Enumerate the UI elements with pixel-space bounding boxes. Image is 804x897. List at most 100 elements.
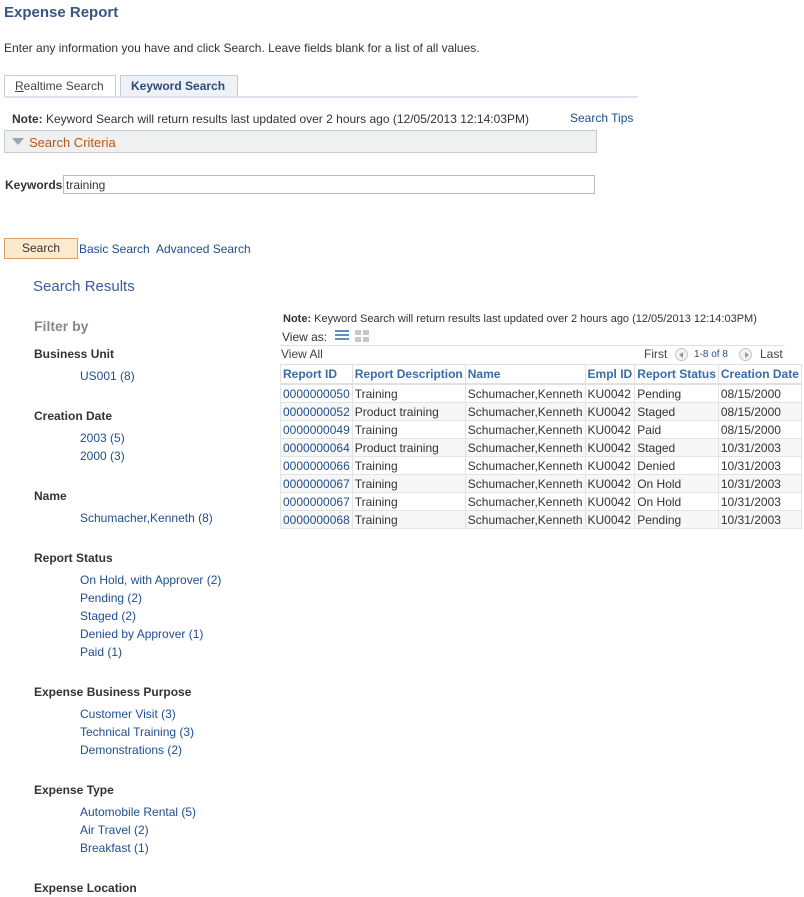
filter-group-heading: Expense Type xyxy=(34,783,114,797)
col-empl-id-header[interactable]: Empl ID xyxy=(584,364,636,385)
filter-item[interactable]: Denied by Approver (1) xyxy=(80,627,203,641)
filter-by-heading: Filter by xyxy=(34,318,89,334)
basic-search-link[interactable]: Basic Search xyxy=(79,242,150,256)
name-cell: Schumacher,Kenneth xyxy=(464,402,586,421)
col-report-id-header[interactable]: Report ID xyxy=(280,364,353,385)
report-status-cell: On Hold xyxy=(634,492,719,511)
keywords-label: Keywords xyxy=(5,178,63,192)
empl-id-cell: KU0042 xyxy=(584,383,636,403)
empl-id-cell: KU0042 xyxy=(584,474,636,493)
view-as-label: View as: xyxy=(282,330,328,344)
empl-id-cell: KU0042 xyxy=(584,456,636,475)
tab-divider xyxy=(4,96,638,98)
report-id-cell[interactable]: 0000000049 xyxy=(280,420,353,439)
previous-icon[interactable] xyxy=(675,348,688,361)
results-table: Report ID Report Description Name Empl ID Re… xyxy=(280,364,802,529)
tab-access-key: R xyxy=(15,79,24,93)
table-row[interactable]: 0000000050 Training Schumacher,Kenneth KU00… xyxy=(280,383,802,403)
note-prefix: Note: xyxy=(283,313,312,325)
report-id-cell[interactable]: 0000000050 xyxy=(280,383,353,403)
col-report-description-header[interactable]: Report Description xyxy=(351,364,466,385)
filter-item[interactable]: Technical Training (3) xyxy=(80,725,194,739)
table-row[interactable]: 0000000067 Training Schumacher,Kenneth KU00… xyxy=(280,492,802,511)
filter-item[interactable]: 2003 (5) xyxy=(80,431,125,445)
report-status-cell: Pending xyxy=(634,383,719,403)
next-icon[interactable] xyxy=(739,348,752,361)
name-cell: Schumacher,Kenneth xyxy=(464,420,586,439)
report-description-cell: Product training xyxy=(351,438,466,457)
first-link[interactable]: First xyxy=(644,347,667,361)
list-view-icon[interactable] xyxy=(335,330,349,342)
empl-id-cell: KU0042 xyxy=(584,420,636,439)
tab-realtime-search[interactable]: Realtime Search xyxy=(4,75,116,96)
note-text: Keyword Search will return results last … xyxy=(311,313,757,325)
col-name-header[interactable]: Name xyxy=(464,364,586,385)
creation-date-cell: 10/31/2003 xyxy=(717,438,802,457)
page-title: Expense Report xyxy=(4,4,119,21)
report-status-cell: Pending xyxy=(634,510,719,529)
table-row[interactable]: 0000000068 Training Schumacher,Kenneth KU00… xyxy=(280,510,802,529)
table-row[interactable]: 0000000052 Product training Schumacher,Ken… xyxy=(280,402,802,421)
filter-item[interactable]: Customer Visit (3) xyxy=(80,707,176,721)
report-id-cell[interactable]: 0000000067 xyxy=(280,474,353,493)
report-description-cell: Product training xyxy=(351,402,466,421)
report-status-cell: Staged xyxy=(634,402,719,421)
search-tips-link[interactable]: Search Tips xyxy=(570,111,633,125)
filter-item[interactable]: US001 (8) xyxy=(80,369,135,383)
keyword-note: Note: Keyword Search will return results… xyxy=(12,112,529,126)
filter-group-heading: Expense Business Purpose xyxy=(34,685,192,699)
note-prefix: Note: xyxy=(12,112,43,126)
filter-item[interactable]: Air Travel (2) xyxy=(80,823,149,837)
filter-item[interactable]: Automobile Rental (5) xyxy=(80,805,196,819)
filter-item[interactable]: Schumacher,Kenneth (8) xyxy=(80,511,213,525)
filter-item[interactable]: Paid (1) xyxy=(80,645,122,659)
report-description-cell: Training xyxy=(351,474,466,493)
report-id-cell[interactable]: 0000000066 xyxy=(280,456,353,475)
report-description-cell: Training xyxy=(351,383,466,403)
table-row[interactable]: 0000000066 Training Schumacher,Kenneth KU00… xyxy=(280,456,802,475)
instructions: Enter any information you have and click… xyxy=(4,41,480,55)
creation-date-cell: 10/31/2003 xyxy=(717,492,802,511)
row-count: 1-8 of 8 xyxy=(694,349,728,360)
report-id-cell[interactable]: 0000000052 xyxy=(280,402,353,421)
name-cell: Schumacher,Kenneth xyxy=(464,492,586,511)
report-id-cell[interactable]: 0000000064 xyxy=(280,438,353,457)
report-description-cell: Training xyxy=(351,420,466,439)
grid-navigation-bar: View All First 1-8 of 8 Last xyxy=(280,345,785,365)
creation-date-cell: 08/15/2000 xyxy=(717,420,802,439)
creation-date-cell: 10/31/2003 xyxy=(717,510,802,529)
filter-group-heading: Report Status xyxy=(34,551,113,565)
view-all-link[interactable]: View All xyxy=(281,347,323,361)
filter-group-heading: Name xyxy=(34,489,67,503)
report-status-cell: Staged xyxy=(634,438,719,457)
empl-id-cell: KU0042 xyxy=(584,402,636,421)
table-row[interactable]: 0000000064 Product training Schumacher,Ken… xyxy=(280,438,802,457)
filter-group-heading: Expense Location xyxy=(34,881,137,895)
table-row[interactable]: 0000000067 Training Schumacher,Kenneth KU00… xyxy=(280,474,802,493)
filter-item[interactable]: Demonstrations (2) xyxy=(80,743,182,757)
empl-id-cell: KU0042 xyxy=(584,492,636,511)
col-report-status-header[interactable]: Report Status xyxy=(634,364,719,385)
col-creation-date-header[interactable]: Creation Date xyxy=(717,364,802,385)
filter-item[interactable]: 2000 (3) xyxy=(80,449,125,463)
search-criteria-header[interactable]: Search Criteria xyxy=(4,130,597,153)
tab-keyword-search[interactable]: Keyword Search xyxy=(120,75,238,98)
name-cell: Schumacher,Kenneth xyxy=(464,383,586,403)
table-row[interactable]: 0000000049 Training Schumacher,Kenneth KU00… xyxy=(280,420,802,439)
filter-item[interactable]: On Hold, with Approver (2) xyxy=(80,573,221,587)
results-note: Note: Keyword Search will return results… xyxy=(283,313,757,325)
creation-date-cell: 08/15/2000 xyxy=(717,383,802,403)
report-status-cell: Denied xyxy=(634,456,719,475)
last-link[interactable]: Last xyxy=(760,347,783,361)
creation-date-cell: 10/31/2003 xyxy=(717,474,802,493)
keywords-input[interactable] xyxy=(63,175,595,194)
advanced-search-link[interactable]: Advanced Search xyxy=(156,242,251,256)
filter-item[interactable]: Pending (2) xyxy=(80,591,142,605)
grid-view-icon[interactable] xyxy=(355,330,369,342)
filter-item[interactable]: Breakfast (1) xyxy=(80,841,149,855)
name-cell: Schumacher,Kenneth xyxy=(464,510,586,529)
filter-item[interactable]: Staged (2) xyxy=(80,609,136,623)
search-button[interactable]: Search xyxy=(4,238,78,259)
report-id-cell[interactable]: 0000000068 xyxy=(280,510,353,529)
report-id-cell[interactable]: 0000000067 xyxy=(280,492,353,511)
